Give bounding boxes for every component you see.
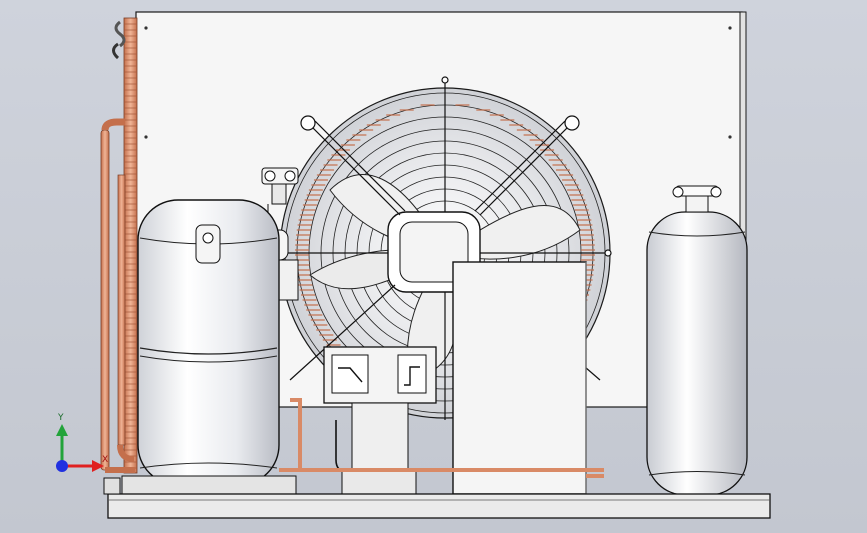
coordinate-triad: Y X (56, 413, 108, 472)
cad-viewport[interactable]: Y X (0, 0, 867, 533)
scroll-compressor (121, 199, 297, 495)
liquid-receiver (646, 185, 748, 496)
y-axis-label: Y (57, 413, 64, 423)
x-axis-label: X (102, 455, 108, 465)
electrical-box (452, 261, 587, 495)
condenser-coil (100, 17, 138, 474)
